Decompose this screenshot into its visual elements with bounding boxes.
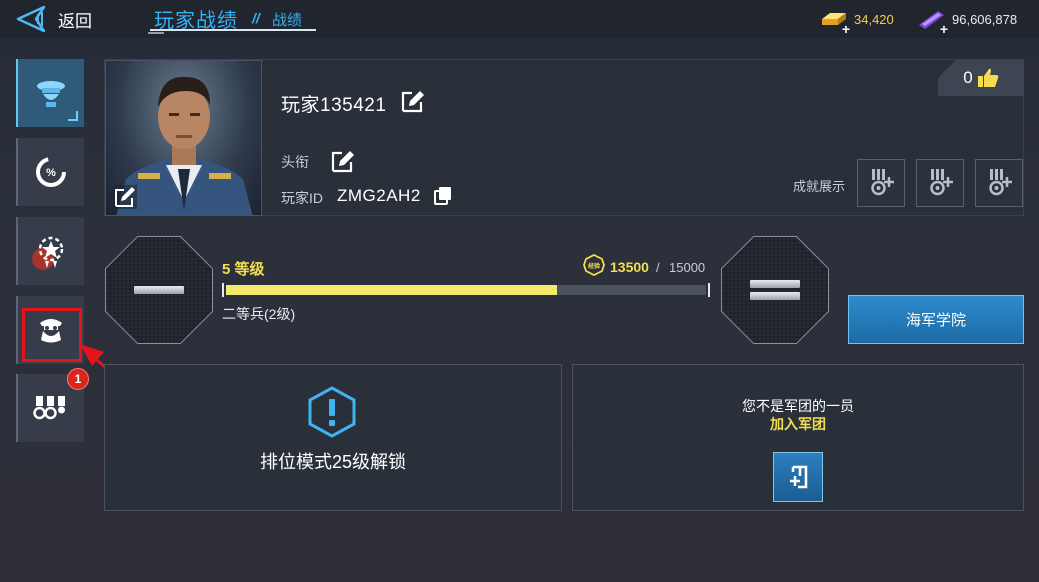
medal-add-icon [871, 169, 894, 196]
title-edit-button[interactable] [330, 148, 356, 174]
xp-progress-bar [222, 283, 710, 297]
edit-icon [331, 151, 354, 173]
exclamation-icon [306, 386, 358, 438]
rank-stripe-icon [134, 286, 184, 294]
player-id-label: 玩家ID [281, 190, 323, 206]
rank-stripe-icon [750, 292, 800, 300]
xp-progress-fill [226, 285, 558, 295]
thumbs-up-icon [977, 68, 999, 87]
join-legion-button[interactable] [773, 452, 823, 502]
gold-bar-icon: + [818, 7, 850, 37]
rank-stripe-icon [750, 280, 800, 288]
svg-text:%: % [46, 167, 56, 179]
current-rank-emblem [105, 236, 213, 344]
gold-add-icon[interactable]: + [842, 21, 850, 37]
likes-count: 0 [963, 68, 973, 87]
purple-ticket-icon: + [916, 7, 948, 37]
medal-add-icon [930, 169, 953, 196]
title-underline [150, 29, 316, 31]
xp-max: 15000 [669, 260, 706, 275]
copy-icon [434, 187, 451, 205]
star-wreath-icon [32, 236, 64, 270]
naval-academy-button[interactable]: 海军学院 [848, 295, 1024, 344]
xp-separator: / [656, 260, 660, 275]
title-underline-mark [148, 32, 164, 34]
sidebar-item-honors[interactable] [16, 217, 84, 285]
active-corner-mark [68, 111, 78, 121]
page-title-sub: 战绩 [272, 12, 303, 29]
gold-value: 34,420 [854, 11, 894, 27]
achievement-slot[interactable] [975, 159, 1023, 207]
back-arrow-icon [16, 5, 46, 33]
xp-icon-text: 经验 [588, 262, 600, 270]
credits-value: 96,606,878 [952, 11, 1018, 27]
legion-status-text: 您不是军团的一员 [742, 398, 854, 414]
player-id-value: ZMG2AH2 [337, 186, 421, 205]
level-label: 5 等级 [222, 261, 265, 278]
naval-academy-label: 海军学院 [905, 312, 966, 329]
player-name: 玩家135421 [281, 95, 387, 116]
back-label: 返回 [58, 11, 92, 31]
next-rank-emblem [721, 236, 829, 344]
credits-currency[interactable]: + 96,606,878 [916, 6, 1018, 37]
xp-current: 13500 [610, 259, 649, 275]
ranked-unlock-text: 排位模式25级解锁 [259, 452, 407, 472]
back-button[interactable]: 返回 [14, 4, 100, 34]
percent-gauge-icon: % [36, 157, 66, 187]
medals-icon [33, 396, 65, 420]
rank-name: 二等兵(2级) [222, 306, 296, 322]
page-title-separator: // [252, 10, 260, 26]
gold-currency[interactable]: + 34,420 [818, 6, 894, 37]
sidebar-item-stats[interactable]: % [16, 138, 84, 206]
achievements-label: 成就展示 [793, 179, 846, 194]
xp-icon: 经验 [583, 253, 605, 277]
page-title: 玩家战绩 // 战绩 [146, 2, 316, 36]
join-legion-link[interactable]: 加入军团 [572, 414, 1024, 434]
achievement-slot[interactable] [857, 159, 905, 207]
officer-cap-icon [37, 81, 65, 107]
achievement-slot[interactable] [916, 159, 964, 207]
copy-id-button[interactable] [433, 185, 453, 205]
edit-icon [113, 185, 137, 209]
sidebar-item-profile[interactable] [16, 59, 84, 127]
edit-icon [401, 91, 424, 113]
name-edit-button[interactable] [400, 88, 426, 114]
join-door-icon [790, 465, 808, 489]
medal-add-icon [989, 169, 1012, 196]
avatar-edit-button[interactable] [112, 184, 138, 210]
credits-add-icon[interactable]: + [940, 21, 948, 37]
title-label: 头衔 [281, 154, 309, 170]
likes-button[interactable]: 0 [938, 60, 1024, 96]
